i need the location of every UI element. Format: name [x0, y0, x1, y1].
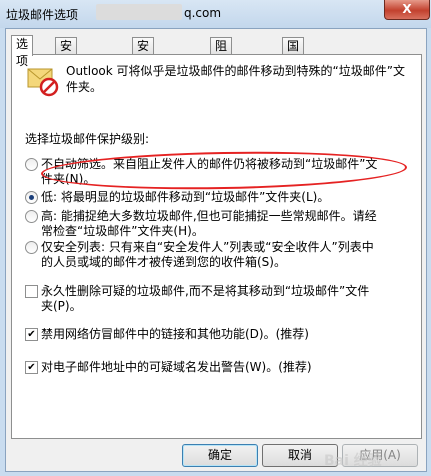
tab-safe-senders[interactable]: 安全发件人	[55, 37, 78, 121]
checkbox-permanently-delete-box[interactable]	[25, 285, 38, 298]
tab-international[interactable]: 国际	[282, 37, 305, 70]
radio-safe-lists-only[interactable]	[25, 241, 38, 254]
option-low-label: 低: 将最明显的垃圾邮件移动到“垃圾邮件”文件夹(L)。	[41, 190, 330, 204]
checkbox-warn-suspicious-domain-label: 对电子邮件地址中的可疑域名发出警告(W)。(推荐)	[41, 360, 312, 374]
title-bar: 垃圾邮件选项 q.com X	[0, 0, 431, 28]
tab-options[interactable]: 选项	[11, 35, 34, 68]
radio-low[interactable]	[25, 191, 38, 204]
checkbox-disable-phishing-links-label: 禁用网络仿冒邮件中的链接和其他功能(D)。(推荐)	[41, 327, 309, 341]
ok-button[interactable]: 确定	[182, 444, 258, 467]
options-panel: Outlook 可将似乎是垃圾邮件的邮件移动到特殊的“垃圾邮件”文件夹。 选择垃…	[11, 54, 422, 439]
option-safe-lists-only-label: 仅安全列表: 只有来自“安全发件人”列表或“安全收件人”列表中的人员或域的邮件才…	[41, 240, 374, 269]
window-title-domain: q.com	[184, 6, 222, 20]
protection-level-label: 选择垃圾邮件保护级别:	[25, 132, 150, 146]
baidu-watermark: Bai 经验	[324, 453, 382, 469]
intro-text: Outlook 可将似乎是垃圾邮件的邮件移动到特殊的“垃圾邮件”文件夹。	[66, 64, 405, 94]
checkbox-warn-suspicious-domain-box[interactable]: ✔	[25, 361, 38, 374]
window-title: 垃圾邮件选项	[6, 8, 79, 22]
close-button[interactable]: X	[384, 0, 430, 20]
redacted-email	[96, 4, 182, 20]
tab-safe-recipients[interactable]: 安全收件人	[132, 37, 155, 121]
tab-blocked-senders[interactable]: 阻止发件人	[210, 37, 233, 121]
radio-no-filter[interactable]	[25, 158, 38, 171]
dialog-body: 选项 安全发件人 安全收件人 阻止发件人 国际 Outlook 可将似乎是垃圾邮…	[5, 28, 427, 472]
junk-mail-icon	[27, 68, 59, 97]
option-high-label: 高: 能捕捉绝大多数垃圾邮件,但也可能捕捉一些常规邮件。请经常检查“垃圾邮件”文…	[41, 209, 377, 238]
radio-high[interactable]	[25, 210, 38, 223]
checkbox-permanently-delete-label: 永久性删除可疑的垃圾邮件,而不是将其移动到“垃圾邮件”文件夹(P)。	[41, 284, 370, 313]
checkbox-disable-phishing-links-box[interactable]: ✔	[25, 328, 38, 341]
